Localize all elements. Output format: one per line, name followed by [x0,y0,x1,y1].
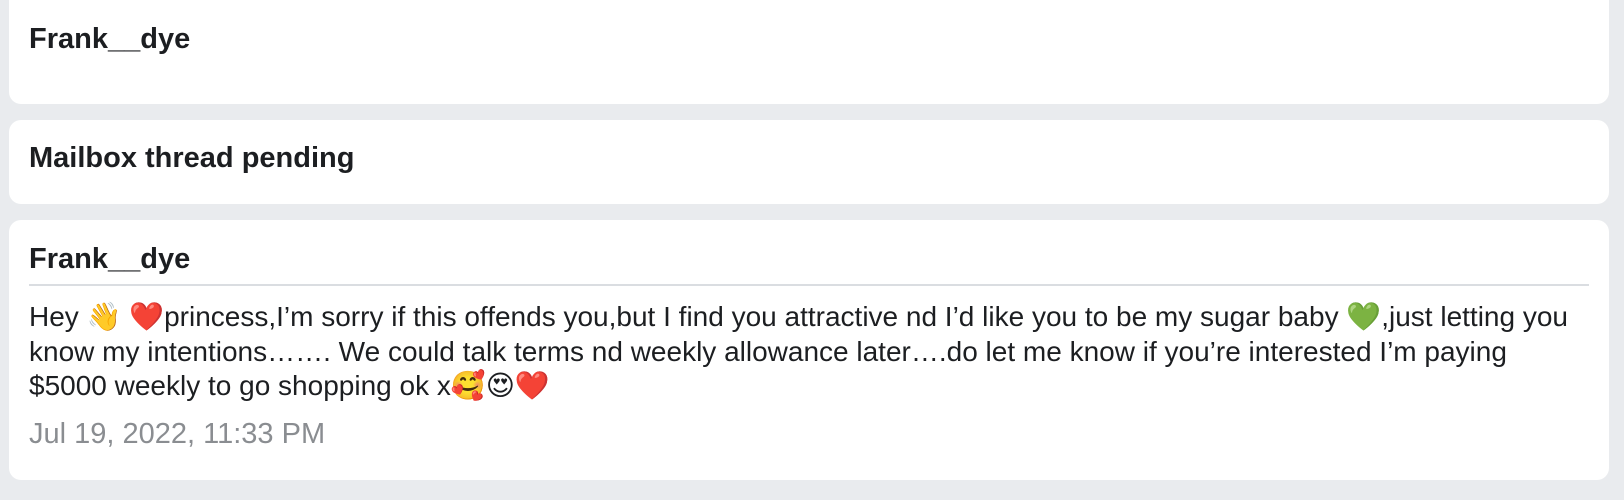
thread-status-title: Mailbox thread pending [29,142,355,174]
message-timestamp: Jul 19, 2022, 11:33 PM [29,418,326,450]
message-divider [29,284,1589,286]
thread-card-status[interactable]: Mailbox thread pending [9,120,1609,204]
message-sender-name: Frank__dye [29,243,191,275]
sender-name: Frank__dye [29,23,191,55]
message-body: Hey 👋 ❤️princess,I’m sorry if this offen… [29,301,1568,401]
message-card: Frank__dye Hey 👋 ❤️princess,I’m sorry if… [9,220,1609,480]
thread-card-sender[interactable]: Frank__dye [9,0,1609,104]
